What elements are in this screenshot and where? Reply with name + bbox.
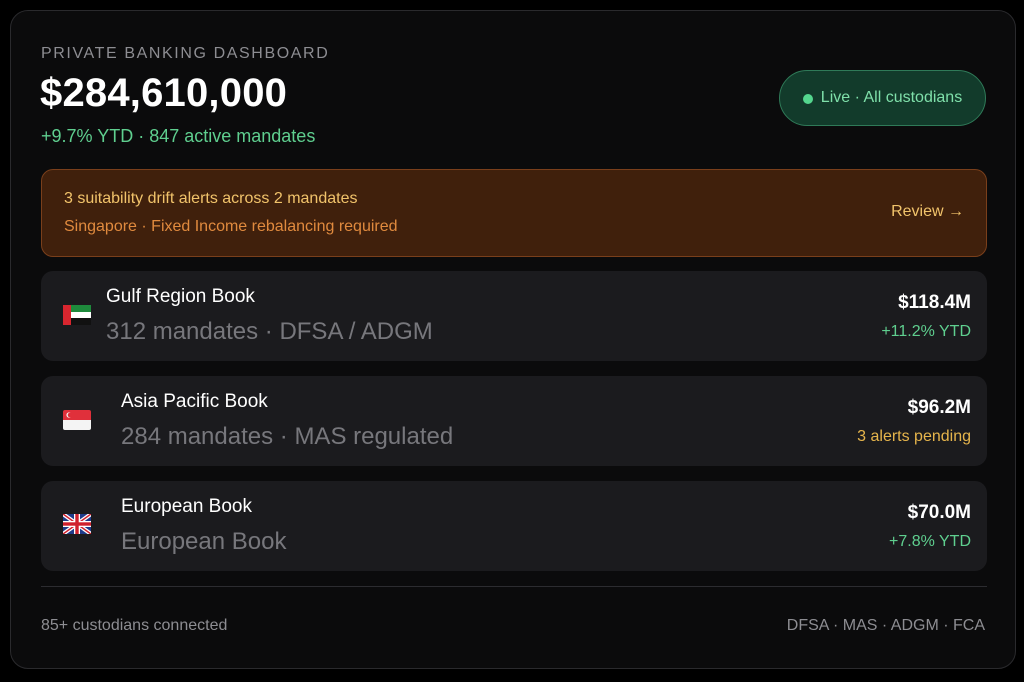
alert-subtitle: Singapore · Fixed Income rebalancing req… [64,218,398,235]
alert-title: 3 suitability drift alerts across 2 mand… [64,190,358,207]
live-status-label: Live · All custodians [820,89,963,106]
book-detail: 284 mandates · MAS regulated [121,423,454,450]
book-status: 3 alerts pending [857,428,971,445]
total-aum: $284,610,000 [40,71,288,115]
uk-flag-icon [63,514,91,534]
live-status-pill[interactable]: Live · All custodians [779,70,986,126]
book-status: +11.2% YTD [881,323,971,340]
uae-flag-icon [63,305,91,325]
book-name: Gulf Region Book [106,286,255,307]
live-dot-icon [802,94,813,104]
singapore-flag-icon [63,410,91,430]
regulators-list: DFSA · MAS · ADGM · FCA [786,617,985,634]
book-status: +7.8% YTD [889,533,971,550]
book-row-european[interactable]: European Book European Book $70.0M +7.8%… [41,481,987,571]
book-value: $96.2M [907,397,971,418]
book-name: Asia Pacific Book [121,391,268,412]
footer-divider [41,586,987,587]
book-detail: European Book [121,528,287,555]
book-row-gulf[interactable]: Gulf Region Book 312 mandates · DFSA / A… [41,271,987,361]
book-value: $118.4M [898,292,971,313]
dashboard-eyebrow: PRIVATE BANKING DASHBOARD [41,45,330,62]
book-name: European Book [121,496,252,517]
book-row-asia-pacific[interactable]: Asia Pacific Book 284 mandates · MAS reg… [41,376,987,466]
custodians-count: 85+ custodians connected [41,617,228,634]
review-link[interactable]: Review → [891,203,964,221]
book-value: $70.0M [907,502,971,523]
suitability-alert-banner[interactable]: 3 suitability drift alerts across 2 mand… [41,169,987,257]
book-detail: 312 mandates · DFSA / ADGM [106,318,433,345]
dashboard-card: PRIVATE BANKING DASHBOARD $284,610,000 +… [10,10,1016,669]
performance-subline: +9.7% YTD · 847 active mandates [41,126,316,146]
